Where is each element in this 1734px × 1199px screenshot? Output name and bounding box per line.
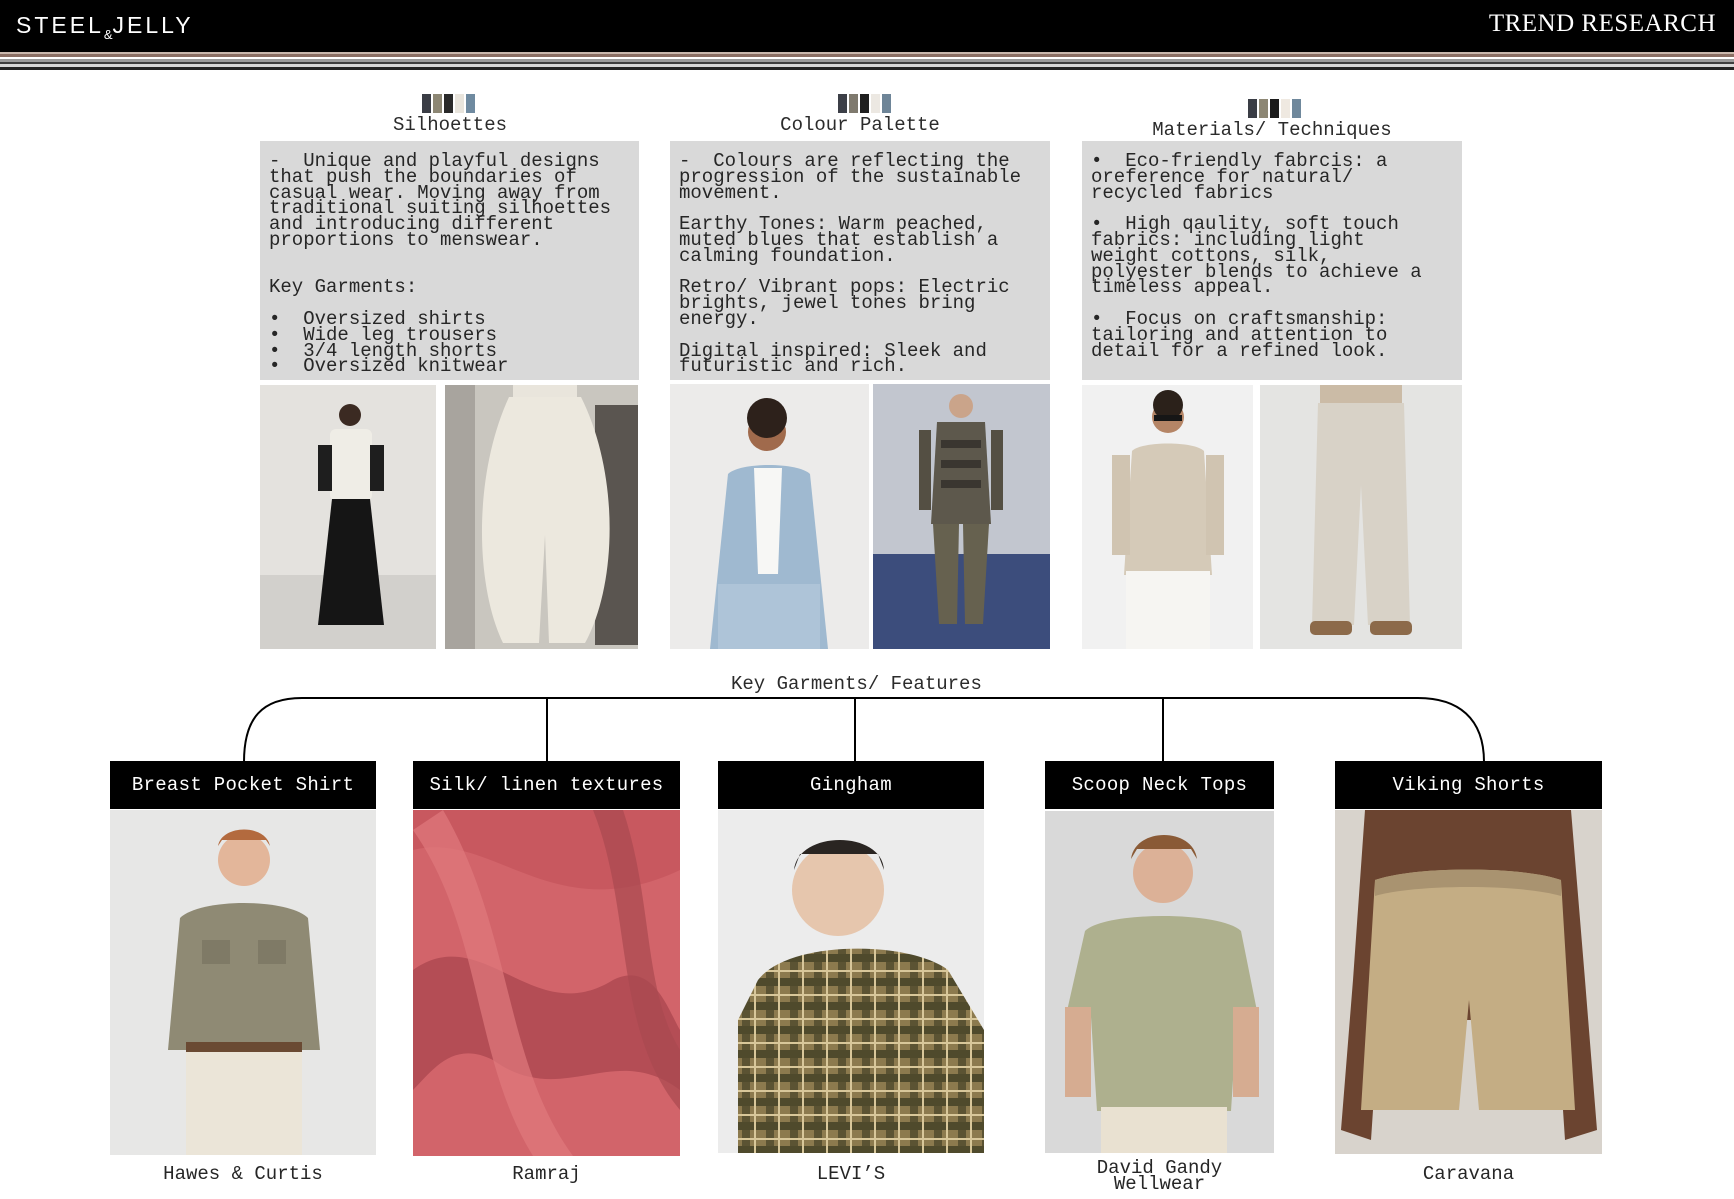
swatch xyxy=(1270,99,1279,118)
swatch xyxy=(871,94,880,113)
swatch xyxy=(433,94,442,113)
swatch xyxy=(1248,99,1257,118)
gingham-shirt-photo xyxy=(718,810,984,1153)
brand-name: David Gandy Wellwear xyxy=(1096,1157,1223,1195)
column-title: Silhoettes xyxy=(392,114,508,136)
brand-name: LEVI’S xyxy=(816,1163,886,1185)
swatch xyxy=(838,94,847,113)
swatch xyxy=(882,94,891,113)
swatch xyxy=(455,94,464,113)
linen-shirt-photo xyxy=(1082,385,1253,649)
feature-label: Silk/ linen textures xyxy=(413,761,680,809)
column-title: Materials/ Techniques xyxy=(1152,119,1392,141)
column-title: Colour Palette xyxy=(780,114,940,136)
brand-logo-part: JELLY xyxy=(112,12,194,38)
blue-suit-photo xyxy=(670,384,869,649)
breast-pocket-shirt-photo xyxy=(110,810,376,1155)
header-bar xyxy=(0,0,1734,52)
brand-logo-amp: & xyxy=(103,27,113,42)
feature-label: Breast Pocket Shirt xyxy=(110,761,376,809)
materials-text: • Eco-friendly fabrcis: a oreference for… xyxy=(1082,141,1462,380)
swatch xyxy=(849,94,858,113)
wide-trousers-photo xyxy=(445,385,638,649)
feature-label: Scoop Neck Tops xyxy=(1045,761,1274,809)
colour-palette-text: - Colours are reflecting the progression… xyxy=(670,141,1050,380)
brand-logo: STEEL&JELLY xyxy=(16,12,194,42)
runway-photo xyxy=(260,385,436,649)
feature-label: Viking Shorts xyxy=(1335,761,1602,809)
brand-name: Hawes & Curtis xyxy=(163,1163,323,1185)
features-connector xyxy=(243,697,1485,762)
brand-logo-part: STEEL xyxy=(16,12,104,38)
scoop-neck-tee-photo xyxy=(1045,811,1274,1153)
swatch xyxy=(860,94,869,113)
silk-texture-photo xyxy=(413,810,680,1156)
futuristic-runway-photo xyxy=(873,384,1050,649)
feature-label: Gingham xyxy=(718,761,984,809)
brand-name: Ramraj xyxy=(512,1163,581,1185)
swatch-strip xyxy=(1248,99,1303,118)
viking-shorts-photo xyxy=(1335,810,1602,1154)
swatch-strip xyxy=(838,94,893,113)
page-title: TREND RESEARCH xyxy=(1488,10,1716,37)
swatch xyxy=(466,94,475,113)
swatch xyxy=(1281,99,1290,118)
swatch xyxy=(422,94,431,113)
swatch xyxy=(1259,99,1268,118)
header-stripe xyxy=(0,67,1734,70)
swatch xyxy=(1292,99,1301,118)
silhouettes-text: - Unique and playful designs that push t… xyxy=(260,141,639,380)
swatch-strip xyxy=(422,94,477,113)
brand-name: Caravana xyxy=(1422,1163,1515,1185)
swatch xyxy=(444,94,453,113)
linen-trousers-photo xyxy=(1260,385,1462,649)
